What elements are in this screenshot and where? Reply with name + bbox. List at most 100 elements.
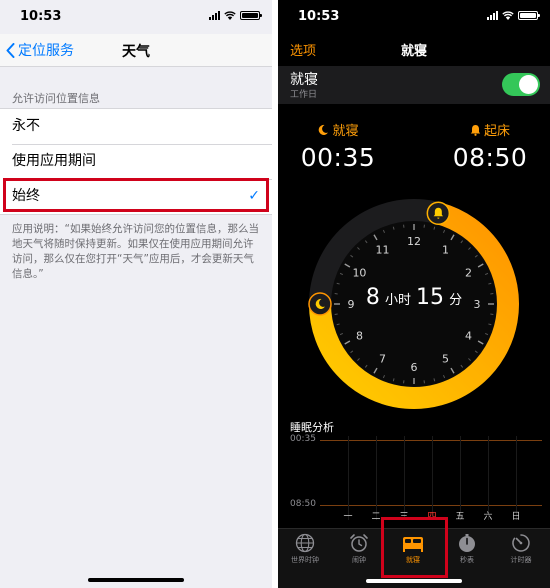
option-always[interactable]: 始终 ✓	[0, 179, 272, 214]
status-icons	[487, 11, 540, 20]
dial-number: 1	[442, 243, 449, 256]
app-explanation: 应用说明：“如果始终允许访问您的位置信息，那么当地天气将随时保持更新。如果仅在使…	[12, 223, 259, 280]
dial-number: 11	[376, 243, 390, 256]
bedtime-label: 就寝	[278, 120, 398, 139]
wifi-icon	[502, 11, 514, 20]
analysis-gridline	[488, 436, 489, 520]
home-indicator	[366, 579, 462, 583]
page-title: 就寝	[400, 44, 427, 59]
weather-location-settings-screen: 10:53 定位服务 天气 允许访问位置信息 永不 使用应用期间 始终 ✓ 应用…	[0, 0, 272, 588]
day-label: 二	[371, 512, 381, 522]
analysis-gridline	[348, 436, 349, 520]
status-bar: 10:53	[0, 0, 272, 34]
tab-bedtime[interactable]: 就寝	[386, 533, 440, 565]
tab-label: 秒表	[460, 556, 474, 564]
tab-stopwatch[interactable]: 秒表	[440, 533, 494, 565]
wake-display[interactable]: 起床 08:50	[430, 120, 550, 172]
analysis-bottom-line	[320, 505, 542, 506]
wifi-icon	[224, 11, 236, 20]
wake-time: 08:50	[452, 143, 528, 172]
analysis-bottom-label: 08:50	[290, 499, 316, 509]
moon-icon	[319, 124, 329, 135]
analysis-gridline	[376, 436, 377, 520]
wake-label: 起床	[430, 120, 550, 139]
dial-number: 5	[442, 353, 449, 366]
navigation-bar: 选项 就寝	[278, 34, 550, 62]
day-label: 三	[399, 512, 409, 522]
bedtime-display[interactable]: 就寝 00:35	[278, 120, 398, 172]
schedule-subtitle: 工作日	[290, 90, 318, 100]
bedtime-toggle[interactable]	[502, 73, 540, 96]
cellular-signal-icon	[487, 11, 498, 20]
clock-bedtime-screen: 10:53 选项 就寝 就寝 工作日 就寝 00:35 起床 08:50 12 …	[278, 0, 550, 588]
navigation-bar: 定位服务 天气	[0, 34, 272, 67]
tab-alarm[interactable]: 闹钟	[332, 533, 386, 565]
analysis-top-line	[320, 440, 542, 441]
status-bar: 10:53	[278, 0, 550, 34]
dial-number: 9	[348, 298, 355, 311]
tab-label: 就寝	[406, 556, 420, 564]
dial-number: 6	[411, 361, 418, 374]
bed-icon	[403, 537, 423, 552]
bedtime-handle[interactable]	[308, 292, 332, 316]
back-button-label: 定位服务	[18, 43, 74, 59]
battery-icon	[240, 11, 262, 20]
options-button[interactable]: 选项	[290, 40, 316, 59]
back-button[interactable]: 定位服务	[6, 40, 74, 60]
duration-minutes-unit: 分	[449, 293, 462, 308]
bedtime-time: 00:35	[300, 143, 376, 172]
checkmark-icon: ✓	[248, 188, 260, 204]
sleep-duration-text: 8 小时 15 分	[366, 285, 462, 310]
section-header: 允许访问位置信息	[12, 92, 100, 105]
day-label: 一	[343, 512, 353, 522]
dial-number: 10	[352, 267, 366, 280]
cellular-signal-icon	[209, 11, 220, 20]
analysis-gridline	[404, 436, 405, 520]
tab-label: 世界时钟	[291, 556, 319, 564]
status-icons	[209, 11, 262, 20]
tab-label: 闹钟	[352, 556, 366, 564]
wake-handle[interactable]	[426, 201, 451, 225]
dial-number: 12	[407, 235, 421, 248]
day-label-today: 四	[427, 512, 437, 522]
sleep-clock-dial[interactable]: 121234567891011 8 小时 15 分	[300, 190, 528, 418]
sleep-analysis: 睡眠分析 00:35 08:50 一 二 三 四 五 六 日	[278, 416, 550, 531]
option-label: 永不	[12, 118, 40, 134]
option-label: 始终	[12, 188, 40, 204]
status-time: 10:53	[20, 9, 62, 24]
wake-label-text: 起床	[483, 124, 510, 139]
status-time: 10:53	[298, 9, 340, 24]
dial-number: 7	[379, 353, 386, 366]
analysis-gridline	[432, 436, 433, 520]
day-label: 五	[455, 512, 465, 522]
tab-timer[interactable]: 计时器	[494, 533, 548, 565]
day-label: 六	[483, 512, 493, 522]
alarm-clock-icon	[350, 534, 368, 552]
location-access-options: 永不 使用应用期间 始终 ✓	[0, 108, 272, 215]
option-label: 使用应用期间	[12, 153, 96, 169]
analysis-top-label: 00:35	[290, 434, 316, 444]
home-indicator	[88, 578, 184, 582]
bedtime-label-text: 就寝	[332, 124, 359, 139]
timer-icon	[512, 534, 530, 552]
dial-number: 3	[474, 298, 481, 311]
option-while-using[interactable]: 使用应用期间	[0, 144, 272, 179]
chevron-left-icon	[6, 42, 15, 58]
duration-hours: 8	[366, 285, 380, 310]
duration-minutes: 15	[416, 285, 444, 310]
tab-label: 计时器	[510, 556, 532, 564]
battery-icon	[518, 11, 540, 20]
duration-hours-unit: 小时	[385, 293, 411, 308]
stopwatch-icon	[459, 534, 475, 552]
weekday-labels: 一 二 三 四 五 六 日	[340, 509, 540, 523]
globe-icon	[295, 533, 315, 553]
tab-world-clock[interactable]: 世界时钟	[278, 533, 332, 565]
day-label: 日	[511, 512, 521, 522]
analysis-gridline	[460, 436, 461, 520]
sleep-analysis-title: 睡眠分析	[290, 421, 334, 434]
dial-number: 8	[356, 330, 363, 343]
dial-number: 4	[465, 330, 472, 343]
option-never[interactable]: 永不	[0, 109, 272, 144]
schedule-title: 就寝	[290, 72, 318, 88]
tab-bar: 世界时钟 闹钟 就寝 秒表 计时器	[278, 528, 550, 588]
